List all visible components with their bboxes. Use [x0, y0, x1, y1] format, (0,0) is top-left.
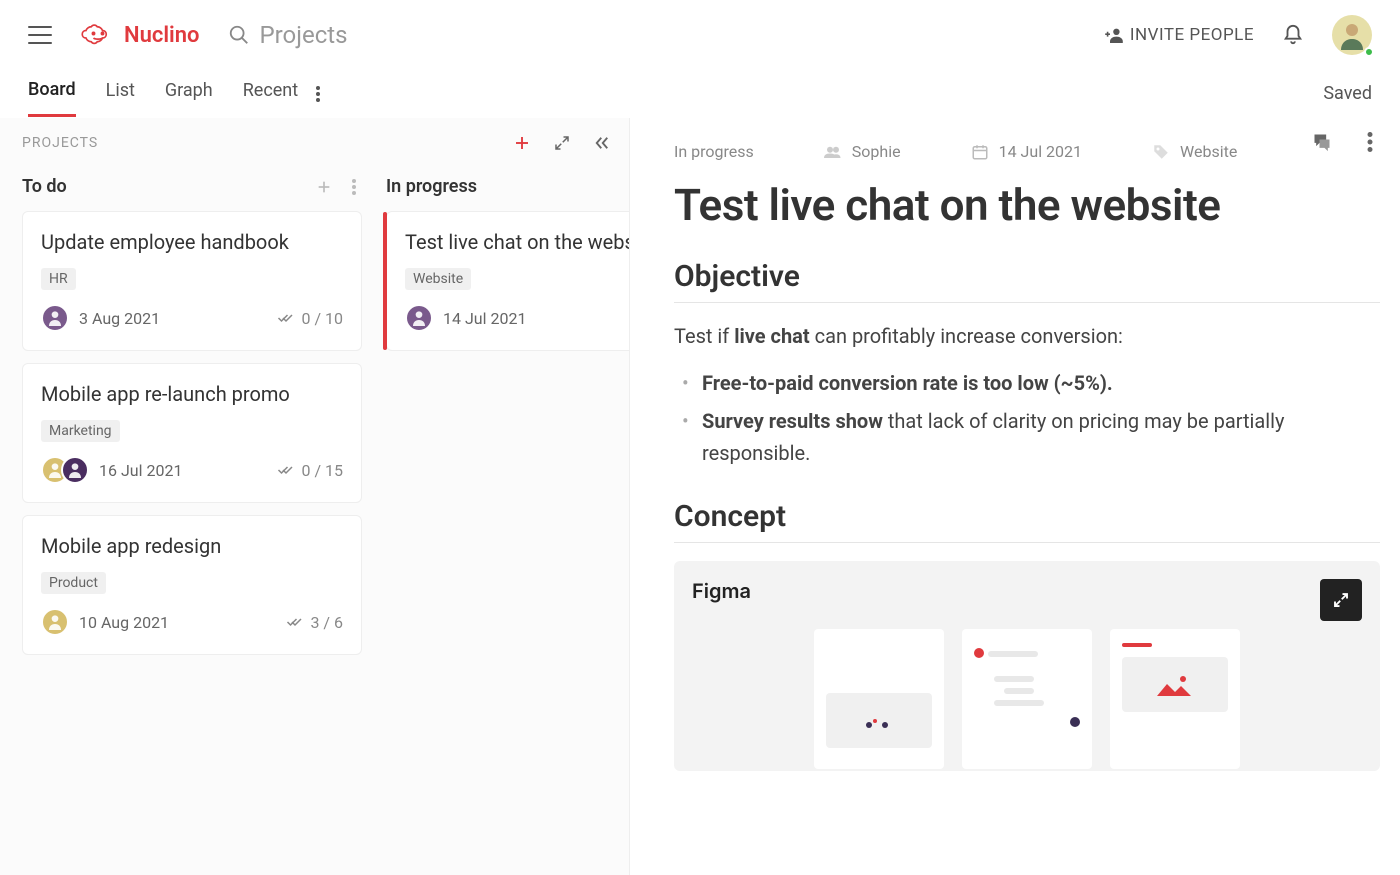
board-column: To do Update employee handbook HR3 Aug 202…: [22, 170, 362, 667]
tab-list[interactable]: List: [106, 72, 135, 115]
doc-more-icon[interactable]: [1360, 132, 1380, 152]
tab-board[interactable]: Board: [28, 71, 76, 117]
invite-label: INVITE PEOPLE: [1130, 25, 1254, 45]
app-name: Nuclino: [124, 23, 200, 48]
menu-icon[interactable]: [28, 26, 52, 44]
assignee-avatar: [41, 608, 69, 636]
bullet-1: Free-to-paid conversion rate is too low …: [702, 367, 1380, 399]
people-icon: [824, 143, 842, 161]
card-tag: Product: [41, 572, 106, 594]
bullet-2: Survey results show that lack of clarity…: [702, 405, 1380, 469]
embed-expand-icon[interactable]: [1320, 579, 1362, 621]
doc-body[interactable]: Objective Test if live chat can profitab…: [674, 259, 1380, 771]
comments-icon[interactable]: [1312, 132, 1332, 152]
heading-concept: Concept: [674, 499, 1380, 543]
tag-icon: [1152, 143, 1170, 161]
add-icon[interactable]: [513, 134, 531, 152]
card-checklist-count: 0 / 10: [277, 309, 343, 328]
tab-recent[interactable]: Recent: [243, 72, 298, 115]
card-title: Mobile app redesign: [41, 534, 343, 558]
column-title: In progress: [386, 176, 477, 197]
workspace-name: Projects: [260, 21, 348, 49]
card-tag: Marketing: [41, 420, 120, 442]
meta-tag[interactable]: Website: [1152, 142, 1237, 161]
topbar: Nuclino Projects INVITE PEOPLE: [0, 0, 1400, 70]
card-title: Mobile app re-launch promo: [41, 382, 343, 406]
board-card[interactable]: Mobile app re-launch promo Marketing 16 Ju…: [22, 363, 362, 503]
card-tag: Website: [405, 268, 471, 290]
expand-icon[interactable]: [553, 134, 571, 152]
search-icon: [228, 24, 250, 46]
meta-assignee[interactable]: Sophie: [824, 142, 901, 161]
column-add-icon[interactable]: [316, 179, 332, 195]
collapse-panel-icon[interactable]: [593, 134, 611, 152]
assignee-avatar: [41, 304, 69, 332]
app-logo[interactable]: Nuclino: [80, 23, 200, 48]
tabs-more-icon[interactable]: [306, 86, 330, 102]
meta-status[interactable]: In progress: [674, 142, 754, 161]
figma-mockups: [692, 629, 1362, 769]
board-card[interactable]: Update employee handbook HR3 Aug 2021 0 / …: [22, 211, 362, 351]
board-panel: PROJECTS To do Update employee handbook HR…: [0, 118, 630, 875]
doc-title[interactable]: Test live chat on the website: [674, 179, 1380, 231]
board-card[interactable]: Mobile app redesign Product 10 Aug 2021 3 /…: [22, 515, 362, 655]
assignee-avatar: [61, 456, 89, 484]
person-add-icon: [1104, 27, 1124, 43]
save-status: Saved: [1323, 83, 1372, 104]
card-tag: HR: [41, 268, 76, 290]
meta-date[interactable]: 14 Jul 2021: [971, 142, 1082, 161]
presence-indicator: [1364, 47, 1374, 57]
document-panel: In progress Sophie 14 Jul 2021 Website T…: [630, 118, 1400, 875]
card-date: 10 Aug 2021: [79, 613, 169, 632]
assignee-avatar: [405, 304, 433, 332]
card-date: 3 Aug 2021: [79, 309, 160, 328]
card-title: Update employee handbook: [41, 230, 343, 254]
card-checklist-count: 3 / 6: [286, 613, 343, 632]
board-column: In progress Test live chat on the website…: [386, 170, 629, 363]
heading-objective: Objective: [674, 259, 1380, 303]
card-date: 16 Jul 2021: [99, 461, 182, 480]
board-card[interactable]: Test live chat on the website Website 14 J…: [386, 211, 629, 351]
objective-intro: Test if live chat can profitably increas…: [674, 321, 1380, 351]
column-title: To do: [22, 176, 67, 197]
card-title: Test live chat on the website: [405, 230, 629, 254]
invite-people-button[interactable]: INVITE PEOPLE: [1104, 25, 1254, 45]
column-more-icon[interactable]: [346, 179, 362, 195]
content-area: PROJECTS To do Update employee handbook HR…: [0, 118, 1400, 875]
doc-meta: In progress Sophie 14 Jul 2021 Website: [674, 142, 1380, 161]
user-avatar[interactable]: [1332, 15, 1372, 55]
board-title: PROJECTS: [22, 135, 98, 151]
calendar-icon: [971, 143, 989, 161]
card-date: 14 Jul 2021: [443, 309, 526, 328]
tab-graph[interactable]: Graph: [165, 72, 213, 115]
view-tabs: Board List Graph Recent Saved: [0, 70, 1400, 118]
embed-title: Figma: [692, 579, 1362, 603]
notifications-icon[interactable]: [1282, 24, 1304, 46]
card-checklist-count: 0 / 15: [277, 461, 343, 480]
figma-embed[interactable]: Figma: [674, 561, 1380, 771]
search[interactable]: Projects: [228, 21, 1104, 49]
